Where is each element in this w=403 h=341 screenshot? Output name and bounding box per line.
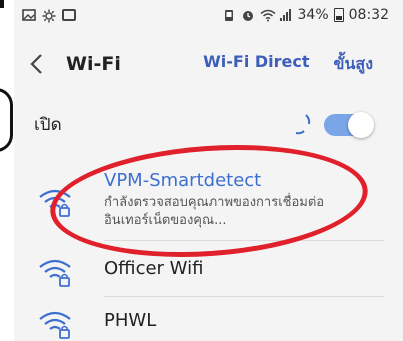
settings-icon xyxy=(42,9,56,23)
wifi-toggle[interactable] xyxy=(324,112,374,138)
advanced-button[interactable]: ขั้นสูง xyxy=(334,52,373,77)
network-name: VPM-Smartdetect xyxy=(104,170,262,191)
list-divider xyxy=(104,296,384,297)
master-switch-label: เปิด xyxy=(34,114,62,135)
signal-icon xyxy=(279,9,293,21)
network-item-vpm-smartdetect[interactable]: VPM-Smartdetect กำลังตรวจสอบคุณภาพของการ… xyxy=(14,166,403,246)
network-status-line1: กำลังตรวจสอบคุณภาพของการเชื่อมต่อ xyxy=(104,195,325,210)
list-divider xyxy=(104,240,384,241)
top-edge-mark xyxy=(0,0,4,8)
screenshot-stage: 34% 08:32 Wi-Fi Wi-Fi Direct ขั้นสูง เปิ… xyxy=(0,0,403,341)
vibrate-icon xyxy=(222,9,236,21)
status-time: 08:32 xyxy=(348,7,389,23)
battery-percent: 34% xyxy=(297,7,329,23)
page-title: Wi-Fi xyxy=(66,53,121,75)
wifi-secured-icon xyxy=(39,259,71,287)
toggle-knob xyxy=(348,112,374,138)
status-bar: 34% 08:32 xyxy=(14,0,403,30)
app-bar-actions: Wi-Fi Direct ขั้นสูง xyxy=(203,52,403,77)
wifi-direct-button[interactable]: Wi-Fi Direct xyxy=(203,52,309,77)
left-edge-bracket xyxy=(0,88,13,152)
back-chevron-icon[interactable] xyxy=(24,49,48,79)
wifi-icon xyxy=(260,9,276,22)
scanning-spinner-icon xyxy=(295,114,311,135)
phone-screen: 34% 08:32 Wi-Fi Wi-Fi Direct ขั้นสูง เปิ… xyxy=(14,0,403,341)
app-bar: Wi-Fi Wi-Fi Direct ขั้นสูง xyxy=(14,44,403,84)
wifi-secured-icon xyxy=(39,189,71,217)
network-item-officer-wifi[interactable]: Officer Wifi xyxy=(14,250,403,294)
wifi-secured-icon xyxy=(39,311,71,339)
status-left-icons xyxy=(14,9,76,23)
network-name: PHWL xyxy=(104,310,157,331)
status-right-icons: 34% 08:32 xyxy=(222,7,403,23)
network-name: Officer Wifi xyxy=(104,258,204,279)
network-item-phwl[interactable]: PHWL xyxy=(14,300,403,341)
alarm-icon xyxy=(241,9,255,21)
screen-icon xyxy=(62,9,76,21)
gallery-icon xyxy=(22,9,36,21)
battery-icon xyxy=(333,8,344,22)
network-status-line2: อินเทอร์เน็ตของคุณ... xyxy=(104,213,227,228)
wifi-master-switch-row[interactable]: เปิด xyxy=(14,104,403,144)
